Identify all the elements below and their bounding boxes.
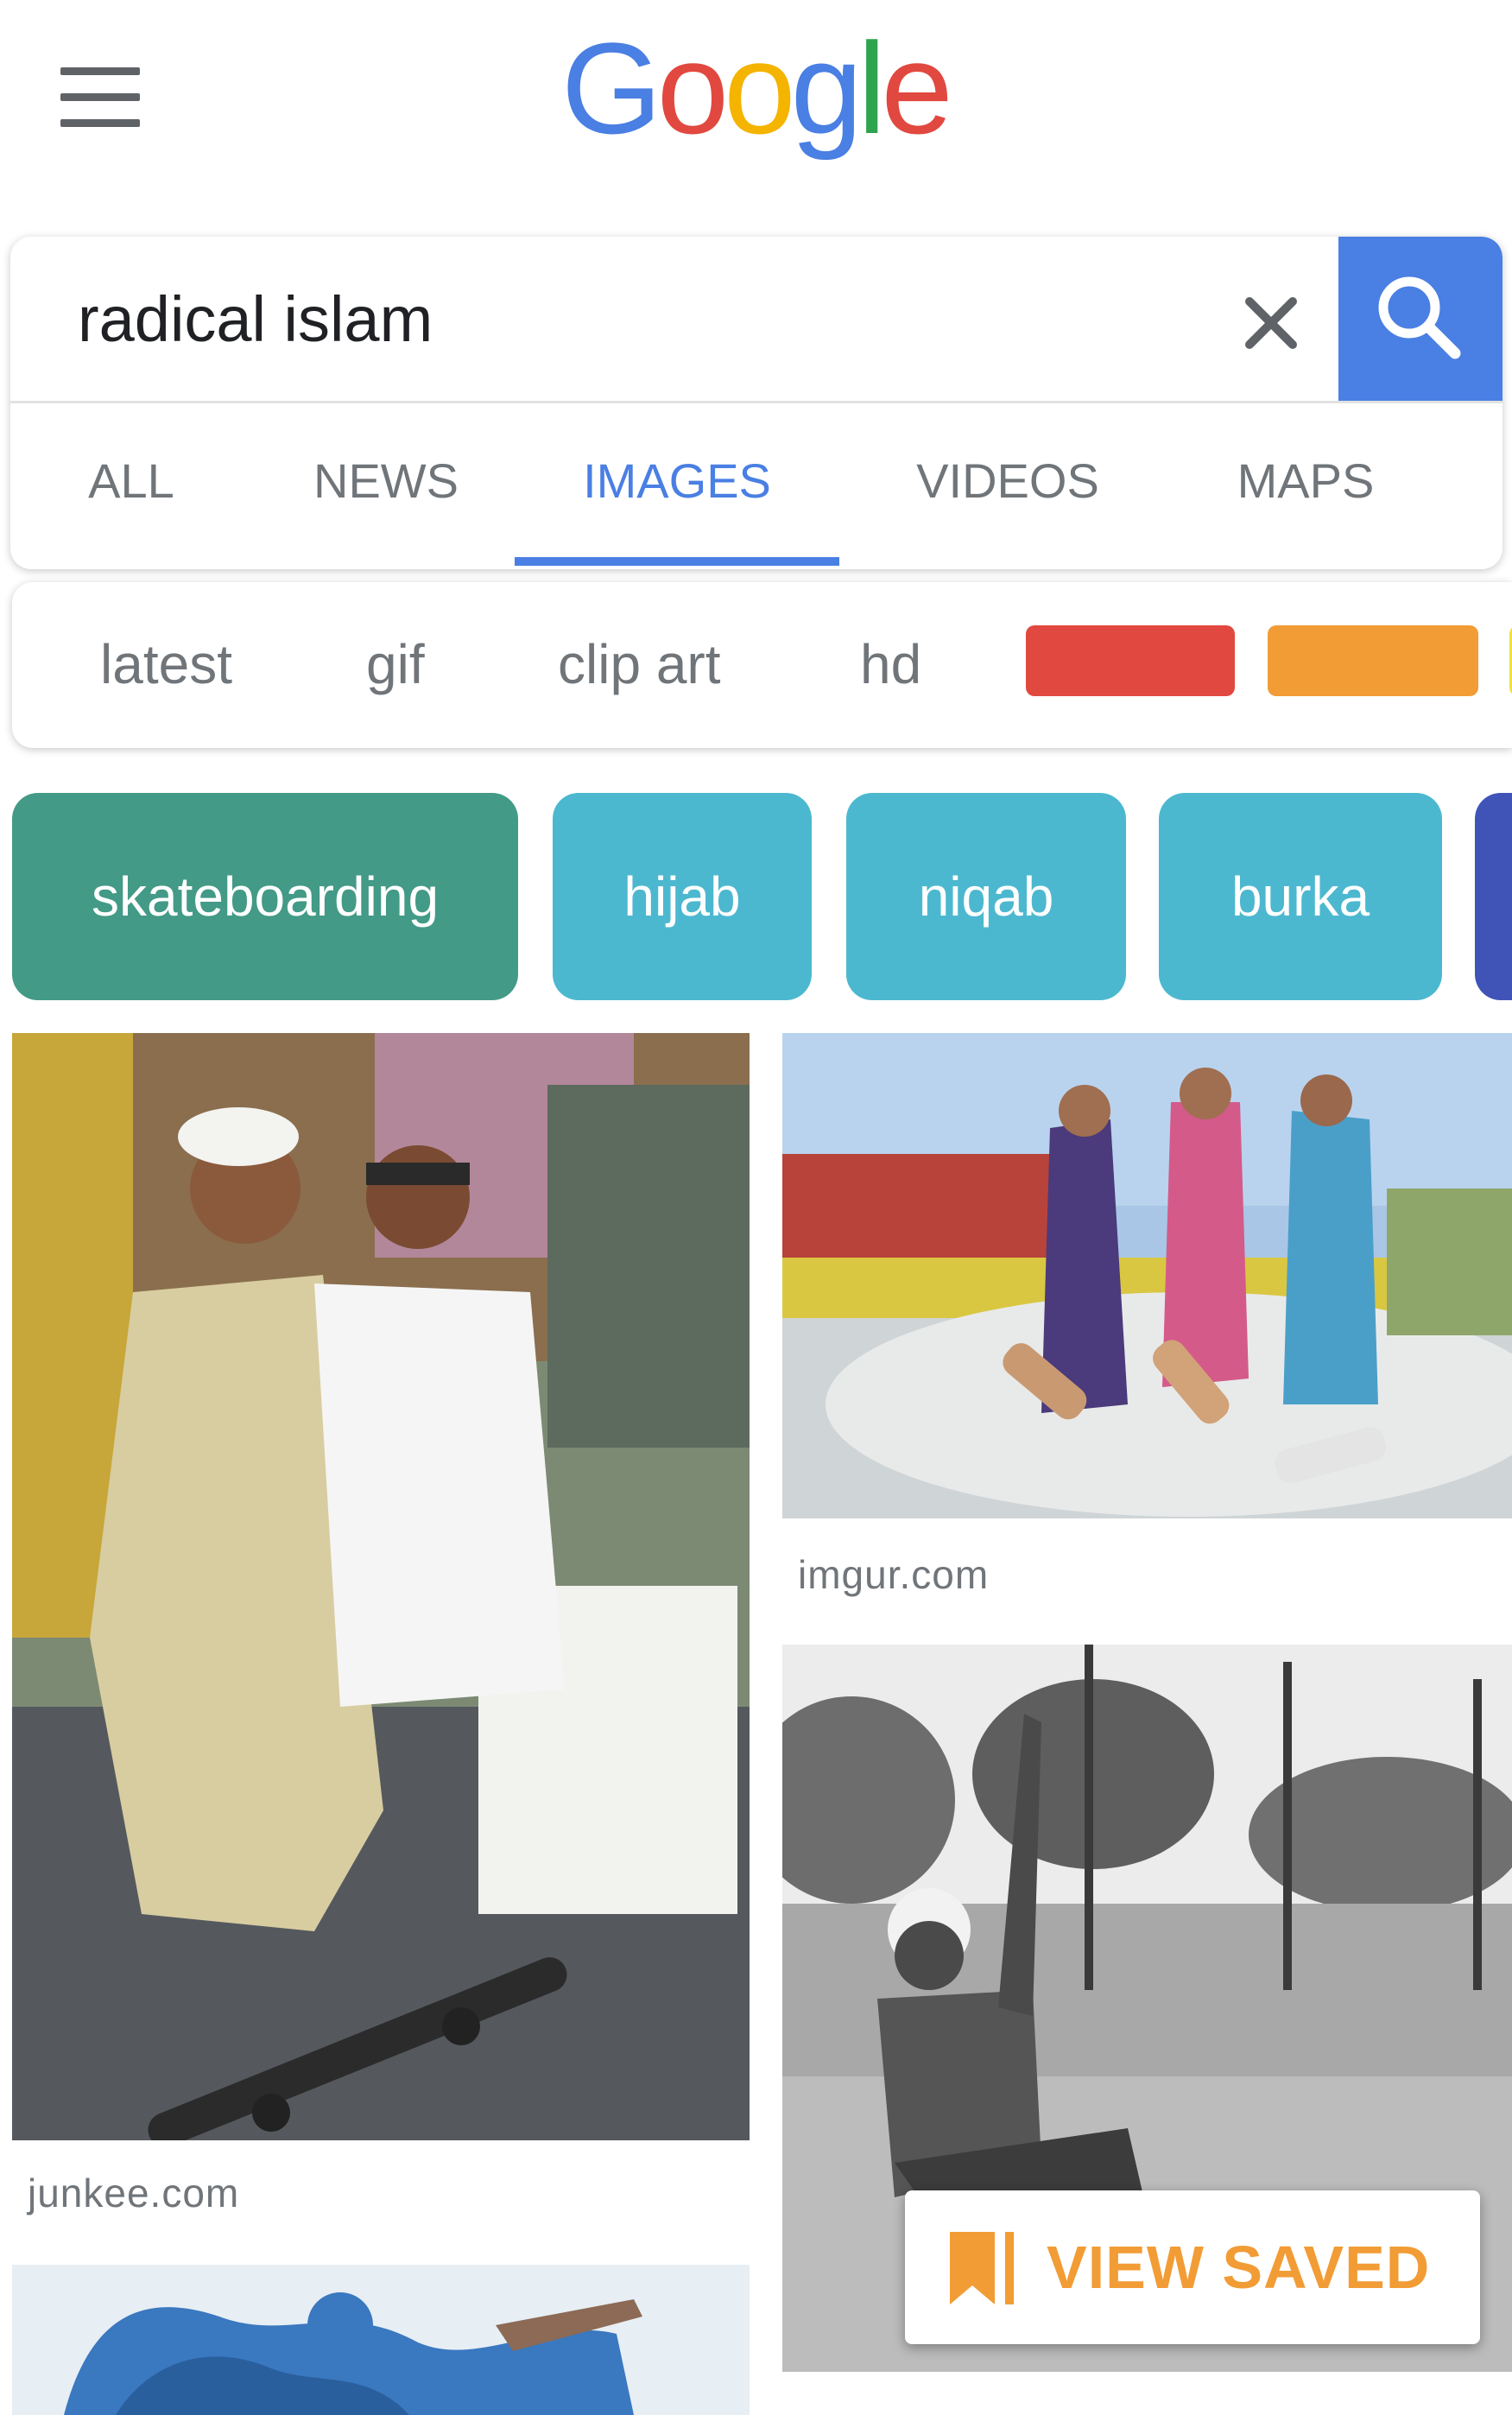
color-filter-orange[interactable] [1268, 625, 1478, 696]
search-icon [1378, 276, 1461, 359]
related-search-burka[interactable]: burka [1159, 793, 1442, 1000]
related-search-skateboarding[interactable]: skateboarding [12, 793, 518, 1000]
hamburger-menu-icon[interactable] [60, 67, 140, 128]
filter-clip-art[interactable]: clip art [558, 582, 721, 748]
active-tab-indicator [515, 557, 839, 566]
filter-gif[interactable]: gif [366, 582, 425, 748]
bookmark-icon [950, 2232, 1014, 2304]
search-card: ALL NEWS IMAGES VIDEOS MAPS [10, 237, 1503, 569]
related-search-niqab[interactable]: niqab [846, 793, 1126, 1000]
image-source-1[interactable]: junkee.com [28, 2170, 239, 2216]
image-result-1[interactable] [12, 1033, 750, 2140]
image-result-4[interactable] [12, 2265, 750, 2415]
image-source-2[interactable]: imgur.com [798, 1551, 989, 1598]
search-tabs: ALL NEWS IMAGES VIDEOS MAPS [10, 403, 1503, 569]
filter-latest[interactable]: latest [100, 582, 232, 748]
view-saved-label: VIEW SAVED [1047, 2234, 1431, 2301]
close-icon[interactable] [1228, 280, 1314, 366]
search-button[interactable] [1338, 237, 1503, 401]
google-image-search-page: Google ALL NEWS IMAGES VIDEOS [0, 0, 1512, 2415]
related-search-hijab[interactable]: hijab [553, 793, 812, 1000]
related-search-partial[interactable] [1475, 793, 1512, 1000]
search-input[interactable] [78, 271, 1200, 366]
tab-all[interactable]: ALL [45, 403, 218, 559]
tab-images[interactable]: IMAGES [515, 403, 839, 559]
filter-bar: latest gif clip art hd [12, 582, 1512, 748]
search-bar [10, 237, 1503, 403]
svg-text:Google: Google [561, 22, 948, 161]
view-saved-button[interactable]: VIEW SAVED [905, 2190, 1480, 2344]
tab-videos[interactable]: VIDEOS [900, 403, 1116, 559]
tab-maps[interactable]: MAPS [1211, 403, 1401, 559]
google-logo[interactable]: Google [561, 22, 950, 169]
tab-news[interactable]: NEWS [287, 403, 485, 559]
color-filter-red[interactable] [1026, 625, 1235, 696]
filter-hd[interactable]: hd [860, 582, 921, 748]
image-result-2[interactable] [782, 1033, 1512, 1518]
